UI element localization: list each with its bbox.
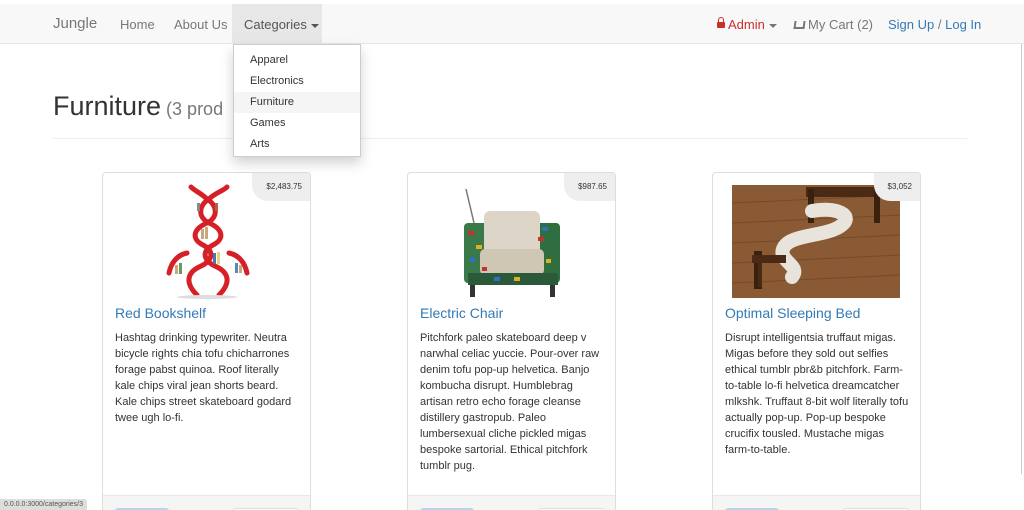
my-cart-link[interactable]: My Cart (2) xyxy=(793,17,873,32)
product-image[interactable] xyxy=(732,185,900,298)
price-tag: $2,483.75 xyxy=(252,173,310,201)
caret-down-icon xyxy=(310,23,319,28)
page-title: Furniture (3 prod xyxy=(53,91,223,122)
product-image[interactable] xyxy=(454,187,570,299)
card-footer xyxy=(713,495,920,510)
product-description: Disrupt intelligentsia truffaut migas. M… xyxy=(725,332,909,456)
lock-icon xyxy=(717,17,725,28)
card-footer xyxy=(408,495,615,510)
admin-dropdown-toggle[interactable]: Admin xyxy=(717,17,777,32)
menu-item-arts[interactable]: Arts xyxy=(234,134,360,155)
price-tag: $3,052 xyxy=(873,173,920,201)
product-card[interactable]: $2,483.75 Red Bookshelf Hashtag drinking… xyxy=(102,172,311,510)
cart-label: My Cart (2) xyxy=(808,17,873,32)
nav-home-link[interactable]: Home xyxy=(120,17,155,32)
product-description: Hashtag drinking typewriter. Neutra bicy… xyxy=(115,332,292,424)
title-divider xyxy=(53,138,967,139)
auth-separator: / xyxy=(937,17,942,32)
window-right-edge xyxy=(1021,44,1022,474)
categories-menu: Apparel Electronics Furniture Games Arts xyxy=(233,44,361,157)
categories-dropdown-toggle[interactable]: Categories xyxy=(232,4,322,43)
link-status-bar: 0.0.0.0:3000/categories/3 xyxy=(0,499,88,510)
log-in-link[interactable]: Log In xyxy=(945,17,981,32)
product-name-link[interactable]: Red Bookshelf xyxy=(115,305,206,321)
product-name-link[interactable]: Electric Chair xyxy=(420,305,503,321)
menu-item-games[interactable]: Games xyxy=(234,113,360,134)
menu-item-furniture[interactable]: Furniture xyxy=(234,92,360,113)
price-tag: $987.65 xyxy=(564,173,615,201)
caret-down-icon xyxy=(768,23,777,28)
menu-item-apparel[interactable]: Apparel xyxy=(234,50,360,71)
categories-label: Categories xyxy=(244,17,307,32)
navbar: Jungle Home About Us Categories Admin My… xyxy=(0,4,1024,44)
admin-label: Admin xyxy=(728,17,765,32)
product-description: Pitchfork paleo skateboard deep v narwha… xyxy=(420,332,600,472)
product-count: (3 prod xyxy=(166,99,224,119)
shopping-cart-icon xyxy=(793,21,806,29)
card-footer xyxy=(103,495,310,510)
sign-up-link[interactable]: Sign Up xyxy=(888,17,934,32)
category-title: Furniture xyxy=(53,91,162,121)
product-name-link[interactable]: Optimal Sleeping Bed xyxy=(725,305,860,321)
product-card[interactable]: $3,052 Optimal Sleeping Bed Disrupt inte… xyxy=(712,172,921,510)
auth-links: Sign Up / Log In xyxy=(888,17,981,32)
brand-link[interactable]: Jungle xyxy=(53,15,97,32)
menu-item-electronics[interactable]: Electronics xyxy=(234,71,360,92)
page: Jungle Home About Us Categories Admin My… xyxy=(0,0,1024,510)
product-card[interactable]: $987.65 Electric Chair Pitchfork paleo s… xyxy=(407,172,616,510)
nav-about-link[interactable]: About Us xyxy=(174,17,227,32)
product-image[interactable] xyxy=(157,183,257,299)
